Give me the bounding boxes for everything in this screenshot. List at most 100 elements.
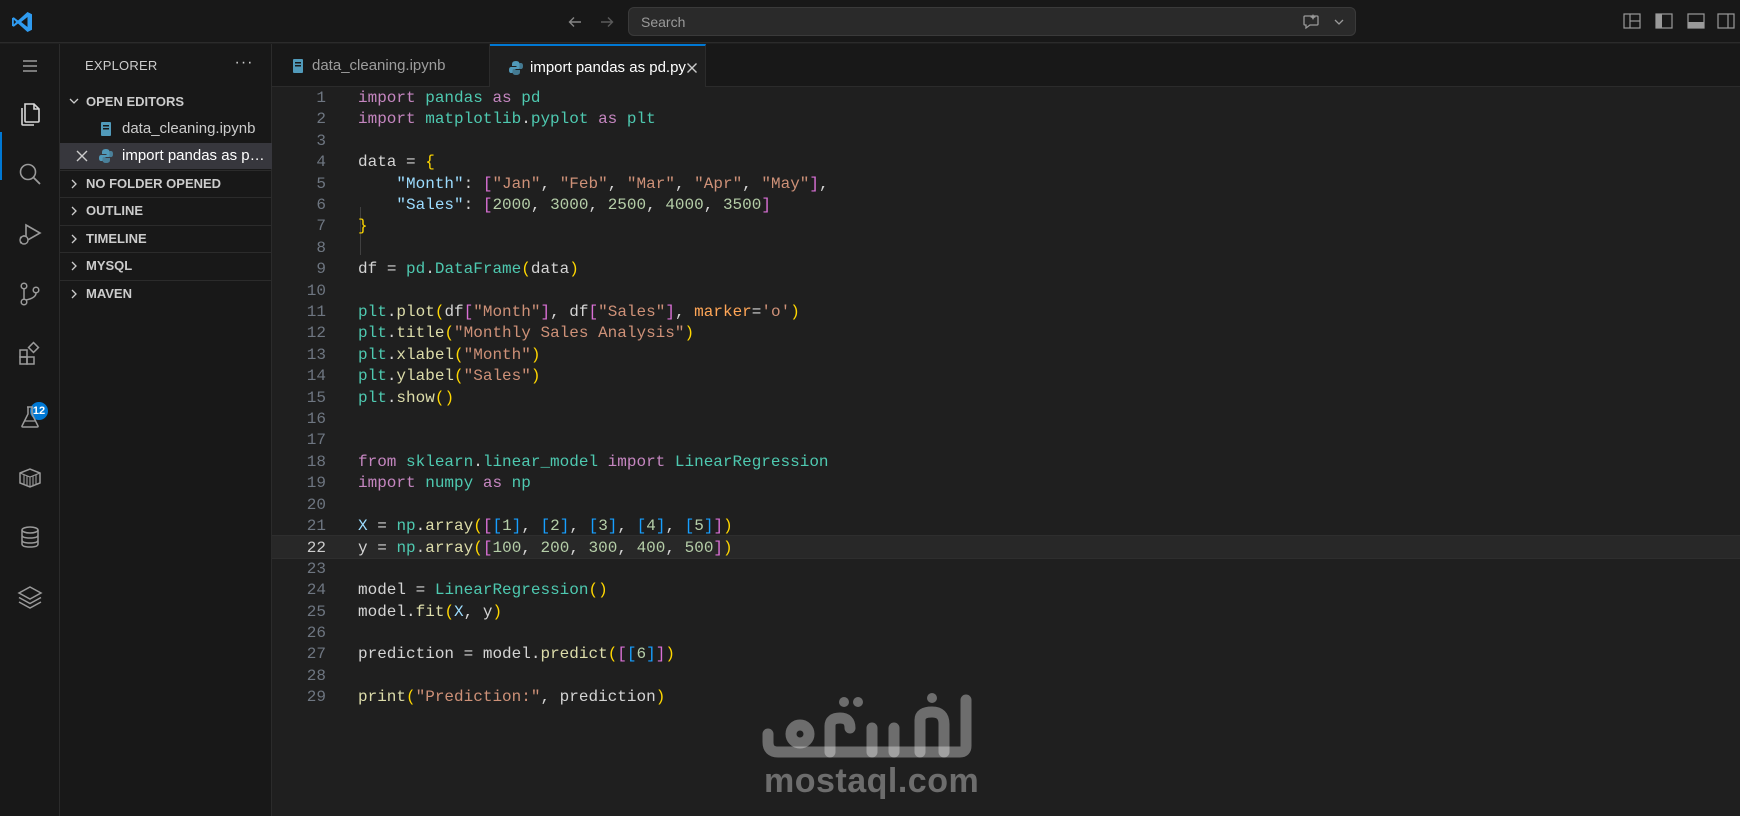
- code-text: model.fit(X, y): [358, 602, 503, 621]
- code-line[interactable]: 23: [272, 557, 1740, 581]
- line-number: 12: [306, 324, 326, 343]
- code-text: import numpy as np: [358, 474, 531, 493]
- line-number: 17: [306, 431, 326, 450]
- code-text: plt.title("Monthly Sales Analysis"): [358, 324, 695, 343]
- section-no-folder[interactable]: NO FOLDER OPENED: [60, 170, 272, 196]
- code-line[interactable]: 16: [272, 407, 1740, 431]
- tab-import-pandas[interactable]: import pandas as pd.py: [490, 44, 706, 88]
- chat-icon[interactable]: [1301, 13, 1321, 31]
- line-number: 5: [316, 174, 326, 193]
- code-line[interactable]: 21 X = np.array([[1], [2], [3], [4], [5]]…: [272, 514, 1740, 538]
- code-text: data = {: [358, 153, 435, 172]
- toggle-panel-icon[interactable]: [1686, 12, 1706, 30]
- search-input[interactable]: [641, 12, 1201, 32]
- tab-label: import pandas as pd.py: [530, 59, 686, 76]
- code-text: prediction = model.predict([[6]]): [358, 645, 675, 664]
- toggle-secondary-sidebar-icon[interactable]: [1716, 12, 1736, 30]
- source-control-icon[interactable]: [14, 278, 46, 310]
- forward-arrow-icon[interactable]: [596, 11, 618, 33]
- code-line[interactable]: 15 plt.show(): [272, 386, 1740, 410]
- code-line[interactable]: 18 from sklearn.linear_model import Linea…: [272, 450, 1740, 474]
- code-line[interactable]: 17: [272, 428, 1740, 452]
- run-and-debug-icon[interactable]: [14, 218, 46, 250]
- database-icon[interactable]: [14, 521, 46, 553]
- code-line[interactable]: 7}: [272, 214, 1740, 238]
- open-editor-item-active[interactable]: import pandas as pd.py: [60, 143, 272, 169]
- notebook-file-icon: [290, 58, 306, 74]
- code-line[interactable]: 24 model = LinearRegression(): [272, 578, 1740, 602]
- code-text: df = pd.DataFrame(data): [358, 260, 579, 279]
- menu-icon[interactable]: [14, 50, 46, 82]
- line-number: 9: [316, 260, 326, 279]
- line-number: 4: [316, 153, 326, 172]
- code-line[interactable]: 10: [272, 279, 1740, 303]
- section-outline[interactable]: OUTLINE: [60, 197, 272, 223]
- code-line[interactable]: 28: [272, 664, 1740, 688]
- line-number: 7: [316, 217, 326, 236]
- toggle-primary-sidebar-icon[interactable]: [1654, 12, 1674, 30]
- open-editor-item[interactable]: data_cleaning.ipynb: [60, 116, 272, 142]
- code-line[interactable]: 11 plt.plot(df["Month"], df["Sales"], mar…: [272, 300, 1740, 324]
- code-editor[interactable]: 1 import pandas as pd 2 import matplotlib.p…: [272, 87, 1740, 816]
- search-icon[interactable]: [14, 158, 46, 190]
- code-text: X = np.array([[1], [2], [3], [4], [5]]): [358, 517, 733, 535]
- close-tab-icon[interactable]: [684, 60, 700, 76]
- code-text: }: [358, 217, 368, 236]
- code-line[interactable]: 22 y = np.array([100, 200, 300, 400, 500]…: [272, 535, 1740, 560]
- vscode-logo-icon[interactable]: [10, 10, 34, 34]
- section-timeline[interactable]: TIMELINE: [60, 225, 272, 251]
- line-number: 24: [306, 581, 326, 600]
- section-label: OPEN EDITORS: [86, 93, 185, 109]
- extensions-icon[interactable]: [14, 338, 46, 370]
- code-line[interactable]: 27 prediction = model.predict([[6]]): [272, 642, 1740, 666]
- code-line[interactable]: 6 "Sales": [2000, 3000, 2500, 4000, 3500…: [272, 193, 1740, 217]
- code-line[interactable]: 9 df = pd.DataFrame(data): [272, 257, 1740, 281]
- close-icon[interactable]: [73, 147, 91, 165]
- code-text: plt.xlabel("Month"): [358, 345, 541, 364]
- active-view-indicator: [0, 132, 2, 180]
- chevron-down-icon[interactable]: [1331, 13, 1347, 31]
- section-maven[interactable]: MAVEN: [60, 280, 272, 306]
- code-line[interactable]: 29 print("Prediction:", prediction): [272, 685, 1740, 709]
- section-open-editors[interactable]: OPEN EDITORS: [60, 88, 272, 114]
- chevron-right-icon: [62, 171, 86, 197]
- more-actions-icon[interactable]: ···: [232, 54, 256, 74]
- command-center-search[interactable]: [628, 7, 1356, 36]
- customize-layout-icon[interactable]: [1622, 12, 1642, 30]
- section-mysql[interactable]: MYSQL: [60, 252, 272, 278]
- chevron-down-icon: [62, 88, 86, 114]
- code-line[interactable]: 5 "Month": ["Jan", "Feb", "Mar", "Apr", …: [272, 172, 1740, 196]
- back-arrow-icon[interactable]: [564, 11, 586, 33]
- code-text: "Month": ["Jan", "Feb", "Mar", "Apr", "M…: [396, 174, 829, 193]
- code-line[interactable]: 4 data = {: [272, 150, 1740, 174]
- section-label: TIMELINE: [86, 231, 147, 246]
- code-line[interactable]: 14 plt.ylabel("Sales"): [272, 364, 1740, 388]
- line-number: 15: [306, 388, 326, 407]
- code-line[interactable]: 19 import numpy as np: [272, 471, 1740, 495]
- testing-flask-icon[interactable]: [14, 401, 46, 433]
- code-line[interactable]: 8: [272, 236, 1740, 260]
- explorer-files-icon[interactable]: [12, 96, 48, 132]
- section-label: MAVEN: [86, 286, 132, 301]
- line-number: 14: [306, 367, 326, 386]
- chevron-right-icon: [62, 226, 86, 252]
- code-text: plt.show(): [358, 388, 455, 407]
- code-line[interactable]: 20: [272, 493, 1740, 517]
- container-box-icon[interactable]: [14, 461, 46, 493]
- open-editor-name: data_cleaning.ipynb: [122, 120, 256, 137]
- notebook-file-icon: [98, 121, 114, 137]
- section-label: NO FOLDER OPENED: [86, 176, 222, 191]
- code-line[interactable]: 26: [272, 621, 1740, 645]
- line-number: 27: [306, 645, 326, 664]
- line-number: 18: [306, 452, 326, 471]
- chevron-right-icon: [62, 198, 86, 224]
- code-line[interactable]: 12 plt.title("Monthly Sales Analysis"): [272, 321, 1740, 345]
- activity-bar: 12: [0, 44, 60, 816]
- tab-data-cleaning[interactable]: data_cleaning.ipynb: [272, 44, 490, 87]
- code-line[interactable]: 2 import matplotlib.pyplot as plt: [272, 107, 1740, 131]
- code-line[interactable]: 25 model.fit(X, y): [272, 600, 1740, 624]
- line-number: 6: [316, 196, 326, 214]
- code-line[interactable]: 13 plt.xlabel("Month"): [272, 343, 1740, 367]
- layers-icon[interactable]: [14, 581, 46, 613]
- code-line[interactable]: 3: [272, 129, 1740, 153]
